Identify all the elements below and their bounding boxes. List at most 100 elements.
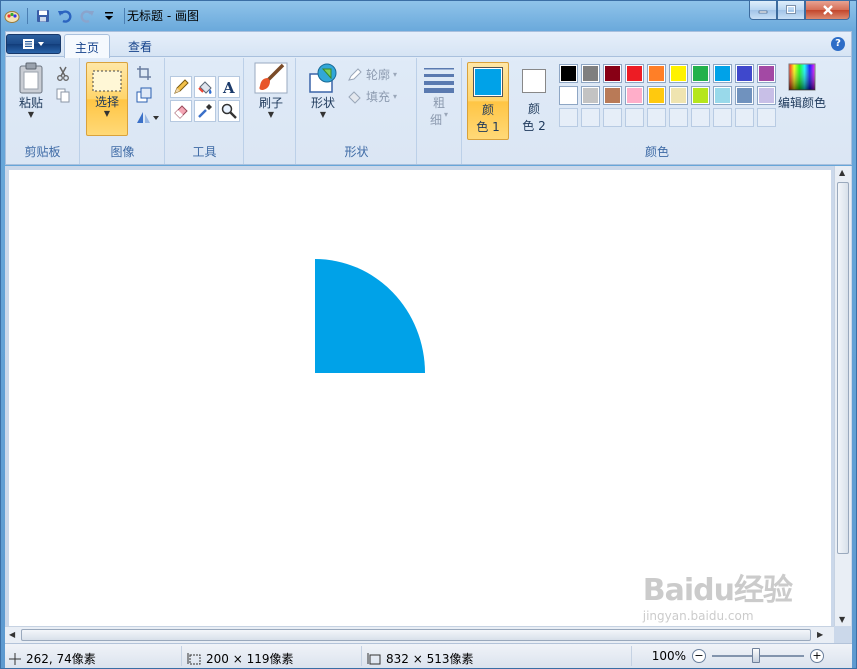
- outline-button[interactable]: 轮廓 ▾: [347, 66, 397, 83]
- magnifier-tool[interactable]: [218, 100, 240, 122]
- zoom-in-button[interactable]: +: [810, 649, 824, 663]
- paint-menu-button[interactable]: [6, 34, 61, 54]
- colors-group-label: 颜色: [644, 145, 669, 159]
- customize-qat-icon[interactable]: [100, 7, 118, 25]
- palette-swatch-color: [627, 88, 642, 103]
- edit-colors-button[interactable]: 编辑颜色: [773, 62, 831, 111]
- palette-swatch-empty[interactable]: [713, 108, 732, 127]
- horizontal-scroll-thumb[interactable]: [21, 629, 811, 641]
- scroll-right-icon[interactable]: ▶: [817, 630, 823, 639]
- palette-swatch[interactable]: [603, 64, 622, 83]
- resize-icon[interactable]: [135, 86, 153, 104]
- palette-swatch-empty[interactable]: [647, 108, 666, 127]
- fill-button[interactable]: 填充 ▾: [347, 88, 397, 105]
- rotate-icon[interactable]: [135, 108, 161, 126]
- vertical-scroll-thumb[interactable]: [837, 182, 849, 554]
- help-icon[interactable]: ?: [831, 37, 845, 51]
- cut-icon[interactable]: [54, 64, 72, 82]
- color-picker-tool[interactable]: [194, 100, 216, 122]
- brush-icon: [254, 62, 288, 94]
- zoom-out-button[interactable]: −: [692, 649, 706, 663]
- palette-swatch[interactable]: [647, 64, 666, 83]
- shapes-button[interactable]: 形状 ▼: [305, 62, 341, 119]
- text-tool[interactable]: A: [218, 76, 240, 98]
- ribbon-tabs: 主页 查看 ?: [6, 32, 851, 58]
- palette-swatch[interactable]: [735, 86, 754, 105]
- redo-icon[interactable]: [78, 7, 96, 25]
- tab-view[interactable]: 查看: [118, 34, 162, 58]
- minimize-button[interactable]: [749, 1, 777, 20]
- scroll-down-icon[interactable]: ▼: [839, 615, 845, 624]
- palette-swatch-empty[interactable]: [669, 108, 688, 127]
- palette-swatch[interactable]: [691, 64, 710, 83]
- fill-tool[interactable]: [194, 76, 216, 98]
- palette-swatch[interactable]: [713, 64, 732, 83]
- color1-swatch: [473, 67, 503, 97]
- undo-icon[interactable]: [56, 7, 74, 25]
- palette-swatch-color: [737, 66, 752, 81]
- crop-icon[interactable]: [135, 64, 153, 82]
- palette-swatch-empty[interactable]: [559, 108, 578, 127]
- zoom-slider[interactable]: [712, 648, 804, 663]
- select-button[interactable]: 选择 ▼: [86, 62, 128, 136]
- vertical-scrollbar[interactable]: ▲ ▼: [834, 166, 851, 626]
- palette-swatch[interactable]: [603, 86, 622, 105]
- palette-swatch[interactable]: [713, 86, 732, 105]
- tools-group: A 工具: [166, 58, 244, 164]
- paste-label: 粘贴: [18, 96, 43, 110]
- outline-label: 轮廓: [366, 68, 391, 82]
- palette-swatch-color: [671, 66, 686, 81]
- close-button[interactable]: [805, 1, 850, 20]
- fill-bucket-icon: [198, 81, 212, 94]
- palette-swatch[interactable]: [625, 86, 644, 105]
- palette-swatch-color: [693, 66, 708, 81]
- palette-swatch-empty[interactable]: [691, 108, 710, 127]
- qat-separator: [27, 8, 28, 24]
- selection-size: 200 × 119像素: [187, 650, 294, 667]
- quarter-circle-shape[interactable]: [315, 259, 425, 373]
- tab-home[interactable]: 主页: [64, 34, 111, 58]
- size-dropdown-icon: ▾: [444, 110, 449, 119]
- select-label: 选择: [94, 95, 119, 109]
- palette-swatch-empty[interactable]: [625, 108, 644, 127]
- palette-swatch-empty[interactable]: [581, 108, 600, 127]
- eraser-tool[interactable]: [170, 100, 192, 122]
- zoom-slider-thumb[interactable]: [752, 648, 760, 663]
- palette-swatch-empty[interactable]: [735, 108, 754, 127]
- color2-button[interactable]: 颜 色 2: [513, 62, 555, 134]
- palette-swatch[interactable]: [559, 64, 578, 83]
- palette-swatch[interactable]: [691, 86, 710, 105]
- palette-swatch-color: [583, 88, 598, 103]
- color2-swatch: [522, 69, 546, 93]
- maximize-button[interactable]: [777, 1, 805, 20]
- palette-swatch-empty[interactable]: [603, 108, 622, 127]
- palette-swatch[interactable]: [669, 64, 688, 83]
- scroll-up-icon[interactable]: ▲: [839, 168, 845, 177]
- brushes-button[interactable]: 刷子 ▼: [251, 62, 291, 119]
- title-bar: 无标题 - 画图: [1, 1, 856, 29]
- palette-swatch-color: [561, 88, 576, 103]
- palette-swatch[interactable]: [581, 64, 600, 83]
- palette-swatch[interactable]: [669, 86, 688, 105]
- palette-swatch[interactable]: [581, 86, 600, 105]
- save-icon[interactable]: [34, 7, 52, 25]
- pencil-tool[interactable]: [170, 76, 192, 98]
- color1-button[interactable]: 颜 色 1: [467, 62, 509, 140]
- status-separator: [361, 646, 362, 666]
- paste-icon: [19, 62, 43, 94]
- scroll-left-icon[interactable]: ◀: [9, 630, 15, 639]
- paste-button[interactable]: 粘贴 ▼: [16, 62, 46, 119]
- palette-swatch[interactable]: [625, 64, 644, 83]
- palette-swatch[interactable]: [559, 86, 578, 105]
- paint-window: 无标题 - 画图 主页 查看 ? 粘贴 ▼ 剪贴板 选择 ▼ 图像 A 工具 刷…: [0, 0, 857, 669]
- horizontal-scrollbar[interactable]: ◀ ▶: [5, 626, 834, 643]
- copy-icon[interactable]: [54, 86, 72, 104]
- watermark-brand: Baidu经验: [642, 573, 793, 608]
- fill-icon: [348, 90, 361, 104]
- size-button[interactable]: 粗 细 ▾: [420, 66, 458, 128]
- paint-app-icon[interactable]: [3, 7, 21, 25]
- drawing-canvas[interactable]: [9, 170, 831, 628]
- palette-swatch[interactable]: [647, 86, 666, 105]
- palette-swatch-color: [561, 66, 576, 81]
- palette-swatch[interactable]: [735, 64, 754, 83]
